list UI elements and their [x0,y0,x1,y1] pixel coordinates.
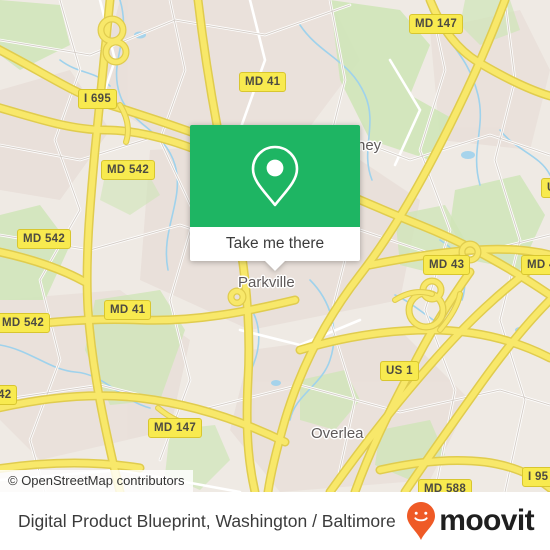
shield-md-588[interactable]: MD 588 [418,479,473,492]
shield-md-43[interactable]: MD 43 [423,255,471,275]
moovit-wordmark: moovit [439,504,534,537]
popup-footer[interactable]: Take me there [190,227,360,271]
shield-us-1[interactable]: US 1 [380,361,419,381]
map-screenshot: rney Parkville Overlea MD 147 MD 41 I 69… [0,0,550,550]
shield-md-542-mid[interactable]: MD 542 [17,229,72,249]
shield-md-42-left-edge[interactable]: 42 [0,385,18,405]
shield-i-95[interactable]: I 95 [522,467,550,487]
shield-md-41-north[interactable]: MD 41 [239,72,287,92]
shield-i-695[interactable]: I 695 [78,89,118,109]
map-canvas[interactable]: rney Parkville Overlea MD 147 MD 41 I 69… [0,0,550,492]
shield-md-542-upper[interactable]: MD 542 [101,160,156,180]
shield-md-147-north[interactable]: MD 147 [409,14,464,34]
osm-attribution[interactable]: © OpenStreetMap contributors [0,470,193,492]
moovit-smiley-pin-icon [407,502,436,540]
popup-header [190,125,360,227]
shield-md-4-right-edge[interactable]: MD 4 [521,255,550,275]
moovit-brand[interactable]: moovit [406,501,535,541]
take-me-there-label: Take me there [225,235,325,253]
take-me-there-popup[interactable]: Take me there [190,125,360,271]
footer-bar: Digital Product Blueprint, Washington / … [0,492,550,550]
shield-md-41-mid[interactable]: MD 41 [104,300,152,320]
page-title: Digital Product Blueprint, Washington / … [18,510,396,531]
shield-us-1-right-edge[interactable]: U [541,178,550,198]
shield-md-542-lower[interactable]: MD 542 [0,313,51,333]
popup-tail [264,260,286,271]
shield-md-147-south[interactable]: MD 147 [148,418,203,438]
map-pin-icon [251,145,299,207]
